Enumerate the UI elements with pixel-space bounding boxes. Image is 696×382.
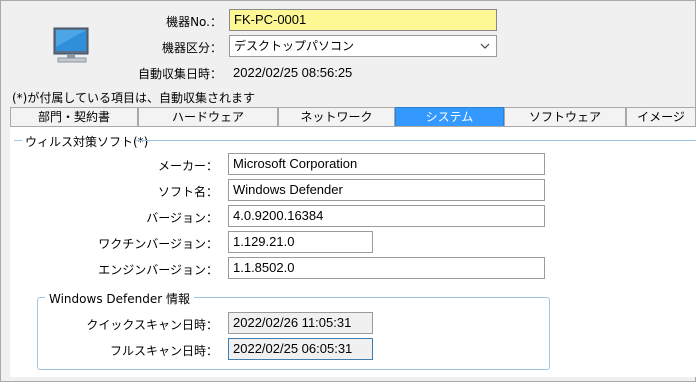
full-scan-label: フルスキャン日時： <box>109 344 218 358</box>
maker-label: メーカー： <box>157 159 218 173</box>
section-line-right <box>136 140 696 141</box>
tab-image[interactable]: イメージ <box>626 107 696 126</box>
maker-field[interactable]: Microsoft Corporation <box>228 153 545 175</box>
vaccine-version-field[interactable]: 1.129.21.0 <box>228 231 373 253</box>
device-type-value: デスクトップパソコン <box>234 39 355 53</box>
full-scan-field[interactable]: 2022/02/25 06:05:31 <box>228 338 373 360</box>
device-no-field[interactable]: FK-PC-0001 <box>229 9 497 31</box>
device-type-select[interactable]: デスクトップパソコン <box>229 35 497 57</box>
soft-name-label: ソフト名： <box>157 185 218 199</box>
auto-collect-note: (*)が付属している項目は、自動収集されます <box>12 91 256 105</box>
auto-collect-label: 自動収集日時： <box>137 67 222 81</box>
auto-collect-value: 2022/02/25 08:56:25 <box>233 65 353 80</box>
device-type-label: 機器区分： <box>161 41 222 55</box>
engine-version-label: エンジンバージョン： <box>98 263 218 277</box>
tab-network[interactable]: ネットワーク <box>278 107 395 126</box>
quick-scan-label: クイックスキャン日時： <box>86 318 218 332</box>
desktop-monitor-icon <box>52 27 92 65</box>
vaccine-version-label: ワクチンバージョン： <box>98 237 218 251</box>
quick-scan-field: 2022/02/26 11:05:31 <box>228 312 373 334</box>
tab-system[interactable]: システム <box>395 107 504 126</box>
section-line-left <box>14 140 22 141</box>
defender-group-title: Windows Defender 情報 <box>45 290 194 307</box>
tab-software[interactable]: ソフトウェア <box>504 107 626 126</box>
tab-hardware[interactable]: ハードウェア <box>138 107 278 126</box>
tab-bar: 部門・契約書 ハードウェア ネットワーク システム ソフトウェア イメージ <box>10 107 696 126</box>
soft-name-field[interactable]: Windows Defender <box>228 179 545 201</box>
version-label: バージョン： <box>146 211 218 225</box>
tab-department-contract[interactable]: 部門・契約書 <box>10 107 138 126</box>
engine-version-field[interactable]: 1.1.8502.0 <box>228 257 545 279</box>
version-field[interactable]: 4.0.9200.16384 <box>228 205 545 227</box>
device-no-label: 機器No.： <box>166 15 222 29</box>
chevron-down-icon <box>480 40 490 52</box>
antivirus-section-title: ウィルス対策ソフト(*) <box>25 135 149 149</box>
